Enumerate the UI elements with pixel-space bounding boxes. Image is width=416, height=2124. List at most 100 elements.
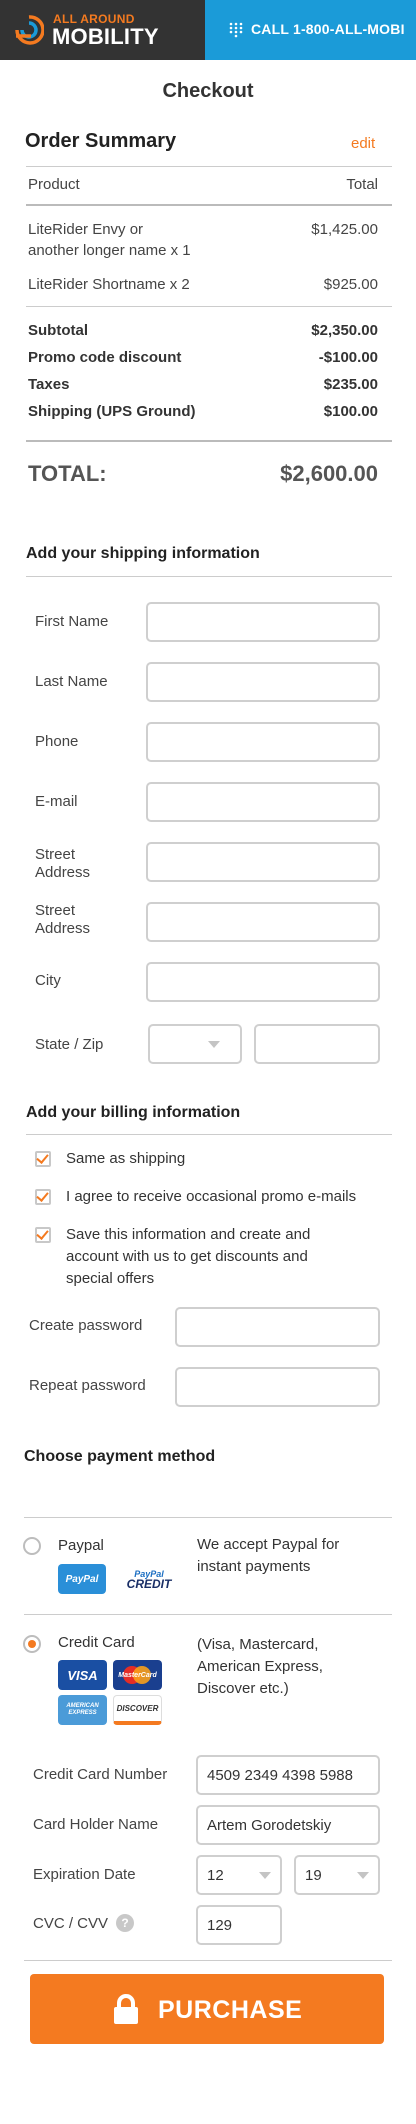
paypal-note-line: We accept Paypal for — [197, 1536, 340, 1553]
street-address-2-label: Street Address — [35, 902, 90, 938]
total-label: TOTAL: — [28, 461, 107, 486]
mastercard-logo: MasterCard — [113, 1660, 162, 1690]
city-field[interactable] — [146, 962, 380, 1002]
order-item-price: $925.00 — [323, 276, 378, 293]
checkmark-icon — [36, 1189, 49, 1202]
create-password-label: Create password — [29, 1317, 143, 1334]
expiration-month-value: 12 — [207, 1867, 224, 1884]
logo-text-big: MOBILITY — [52, 24, 159, 49]
payment-section-title: Choose payment method — [24, 1448, 216, 1465]
amex-logo: AMERICAN EXPRESS — [58, 1695, 107, 1725]
logo[interactable]: ALL AROUND MOBILITY — [0, 0, 205, 60]
promo-emails-checkbox[interactable] — [35, 1189, 51, 1205]
paypal-credit-logo: PayPal CREDIT — [118, 1564, 180, 1594]
first-name-label: First Name — [35, 613, 109, 630]
subtotal-value: $2,350.00 — [311, 322, 378, 339]
taxes-value: $235.00 — [323, 376, 378, 393]
divider — [24, 1517, 392, 1518]
call-phone-number: CALL 1-800-ALL-MOBI — [251, 21, 405, 37]
phone-field[interactable] — [146, 722, 380, 762]
state-select[interactable] — [148, 1024, 242, 1064]
divider — [24, 1960, 392, 1961]
first-name-field[interactable] — [146, 602, 380, 642]
divider — [24, 1614, 392, 1615]
site-header: ALL AROUND MOBILITY CALL 1-800-ALL-MOBI — [0, 0, 416, 60]
state-zip-label: State / Zip — [35, 1036, 104, 1053]
credit-card-note: (Visa, Mastercard, American Express, Dis… — [197, 1634, 323, 1700]
street-address-label-line: Street — [35, 846, 76, 863]
order-item-price: $1,425.00 — [311, 221, 378, 238]
same-as-shipping-label: Same as shipping — [66, 1150, 186, 1167]
card-holder-value: Artem Gorodetskiy — [207, 1817, 332, 1834]
same-as-shipping-checkbox[interactable] — [35, 1151, 51, 1167]
paypal-note-line: instant payments — [197, 1558, 311, 1575]
paypal-radio[interactable] — [23, 1537, 41, 1555]
edit-order-link[interactable]: edit — [351, 135, 375, 152]
cvc-value: 129 — [207, 1917, 233, 1934]
repeat-password-field[interactable] — [175, 1367, 380, 1407]
subtotal-label: Subtotal — [28, 322, 88, 339]
expiration-month-select[interactable]: 12 — [196, 1855, 282, 1895]
radio-selected-dot — [28, 1640, 36, 1648]
page-title: Checkout — [162, 80, 254, 102]
repeat-password-label: Repeat password — [29, 1377, 146, 1394]
street-address-2-field[interactable] — [146, 902, 380, 942]
chevron-down-icon — [208, 1041, 220, 1048]
promo-value: -$100.00 — [318, 349, 378, 366]
order-item-name-line: another longer name x 1 — [28, 242, 191, 259]
credit-card-note-line: American Express, — [197, 1658, 323, 1675]
order-item-name-line: LiteRider Envy or — [28, 221, 144, 238]
credit-card-note-line: Discover etc.) — [197, 1680, 289, 1697]
save-info-checkbox[interactable] — [35, 1227, 51, 1243]
divider — [26, 166, 392, 167]
visa-logo: VISA — [58, 1660, 107, 1690]
paypal-label: Paypal — [58, 1537, 104, 1554]
column-header-product: Product — [28, 176, 80, 193]
email-label: E-mail — [35, 793, 78, 810]
purchase-label: PURCHASE — [158, 1996, 303, 2024]
cc-number-field[interactable]: 4509 2349 4398 5988 — [196, 1755, 380, 1795]
promo-emails-label: I agree to receive occasional promo e-ma… — [66, 1188, 357, 1205]
cc-number-label: Credit Card Number — [33, 1766, 168, 1783]
expiration-date-label: Expiration Date — [33, 1866, 136, 1883]
last-name-field[interactable] — [146, 662, 380, 702]
divider — [26, 1134, 392, 1135]
street-address-1-field[interactable] — [146, 842, 380, 882]
help-icon[interactable]: ? — [116, 1914, 134, 1932]
cvc-field[interactable]: 129 — [196, 1905, 282, 1945]
phone-label: Phone — [35, 733, 79, 750]
total-value: $2,600.00 — [280, 461, 378, 486]
billing-section-title: Add your billing information — [26, 1104, 241, 1121]
dialpad-icon — [229, 22, 243, 38]
checkmark-icon — [36, 1227, 49, 1240]
order-summary-title: Order Summary — [25, 130, 177, 152]
email-field[interactable] — [146, 782, 380, 822]
call-button[interactable]: CALL 1-800-ALL-MOBI — [205, 0, 416, 60]
logo-swirl-icon — [15, 15, 44, 45]
promo-label: Promo code discount — [28, 349, 182, 366]
paypal-logo: PayPal — [58, 1564, 106, 1594]
expiration-year-select[interactable]: 19 — [294, 1855, 380, 1895]
mastercard-text: MasterCard — [118, 1671, 157, 1679]
card-holder-field[interactable]: Artem Gorodetskiy — [196, 1805, 380, 1845]
card-holder-label: Card Holder Name — [33, 1816, 159, 1833]
credit-card-note-line: (Visa, Mastercard, — [197, 1636, 319, 1653]
last-name-label: Last Name — [35, 673, 108, 690]
create-password-field[interactable] — [175, 1307, 380, 1347]
cc-number-value: 4509 2349 4398 5988 — [207, 1767, 353, 1784]
credit-card-radio[interactable] — [23, 1635, 41, 1653]
save-info-label-line: Save this information and create and — [66, 1226, 311, 1243]
expiration-year-value: 19 — [305, 1867, 322, 1884]
save-info-label-line: account with us to get discounts and — [66, 1248, 308, 1265]
purchase-button[interactable]: PURCHASE — [30, 1974, 384, 2044]
zip-field[interactable] — [254, 1024, 380, 1064]
order-item-name: LiteRider Envy or another longer name x … — [28, 221, 191, 259]
divider — [26, 204, 392, 206]
column-header-total: Total — [346, 176, 378, 193]
checkmark-icon — [36, 1151, 49, 1164]
street-address-label-line: Address — [35, 864, 91, 881]
street-address-1-label: Street Address — [35, 846, 90, 882]
shipping-section-title: Add your shipping information — [26, 545, 260, 562]
divider — [26, 576, 392, 577]
taxes-label: Taxes — [28, 376, 70, 393]
